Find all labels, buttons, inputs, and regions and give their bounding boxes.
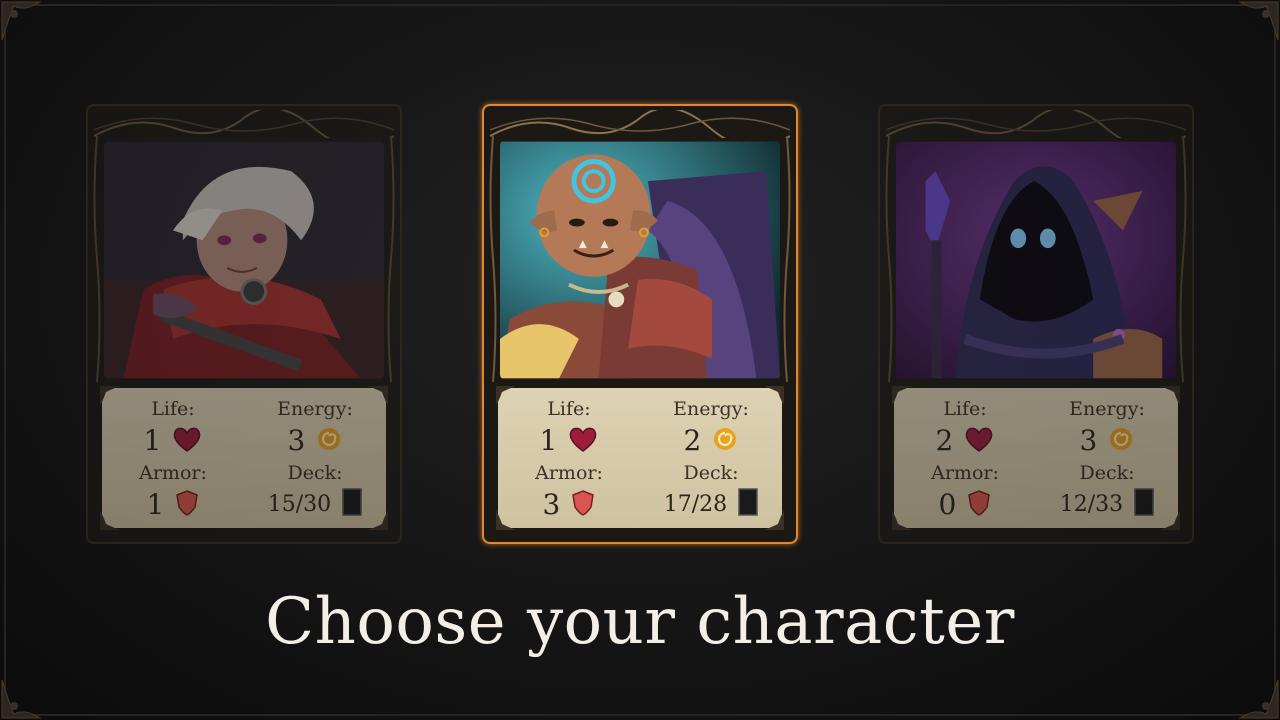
energy-label: Energy: xyxy=(277,398,353,420)
energy-stat: Energy: 2 xyxy=(640,388,782,458)
corner-ornament xyxy=(0,0,56,56)
rogue-portrait xyxy=(104,140,384,380)
card-top-ornament xyxy=(885,107,1187,149)
life-label: Life: xyxy=(547,398,591,420)
life-label: Life: xyxy=(943,398,987,420)
heart-icon xyxy=(568,425,598,457)
armor-value: 1 xyxy=(146,488,165,521)
life-value: 1 xyxy=(143,424,162,457)
shield-icon xyxy=(571,489,595,521)
deck-stat: Deck: 15/30 xyxy=(244,458,386,528)
energy-stat: Energy: 3 xyxy=(244,388,386,458)
life-value: 1 xyxy=(539,424,558,457)
armor-label: Armor: xyxy=(931,462,999,484)
shield-icon xyxy=(967,489,991,521)
life-label: Life: xyxy=(151,398,195,420)
stats-panel: Life: 2 Energy: 3 Armor: 0 Deck: 12/33 xyxy=(892,386,1180,530)
stats-panel: Life: 1 Energy: 3 Armor: 1 Deck: 15/30 xyxy=(100,386,388,530)
deck-stat: Deck: 17/28 xyxy=(640,458,782,528)
heart-icon xyxy=(172,425,202,457)
life-stat: Life: 2 xyxy=(894,388,1036,458)
corner-ornament xyxy=(1224,0,1280,56)
armor-stat: Armor: 0 xyxy=(894,458,1036,528)
energy-value: 2 xyxy=(683,424,702,457)
energy-swirl-icon xyxy=(316,426,342,456)
energy-label: Energy: xyxy=(1069,398,1145,420)
page-title: Choose your character xyxy=(265,585,1015,659)
energy-label: Energy: xyxy=(673,398,749,420)
corner-ornament xyxy=(0,664,56,720)
energy-value: 3 xyxy=(287,424,306,457)
deck-card-icon xyxy=(738,488,758,520)
character-card-mage[interactable]: Life: 2 Energy: 3 Armor: 0 Deck: 12/33 xyxy=(878,104,1194,544)
armor-label: Armor: xyxy=(139,462,207,484)
life-value: 2 xyxy=(935,424,954,457)
deck-card-icon xyxy=(1134,488,1154,520)
mage-portrait xyxy=(896,140,1176,380)
card-top-ornament xyxy=(93,107,395,149)
shield-icon xyxy=(175,489,199,521)
card-top-ornament xyxy=(489,107,791,149)
deck-label: Deck: xyxy=(1079,462,1135,484)
deck-stat: Deck: 12/33 xyxy=(1036,458,1178,528)
deck-label: Deck: xyxy=(287,462,343,484)
armor-value: 0 xyxy=(938,488,957,521)
armor-stat: Armor: 1 xyxy=(102,458,244,528)
deck-value: 12/33 xyxy=(1059,491,1124,517)
armor-stat: Armor: 3 xyxy=(498,458,640,528)
energy-swirl-icon xyxy=(712,426,738,456)
deck-card-icon xyxy=(342,488,362,520)
character-card-rogue[interactable]: Life: 1 Energy: 3 Armor: 1 Deck: 15/30 xyxy=(86,104,402,544)
armor-label: Armor: xyxy=(535,462,603,484)
energy-value: 3 xyxy=(1079,424,1098,457)
character-card-orc[interactable]: Life: 1 Energy: 2 Armor: 3 Deck: 17/28 xyxy=(482,104,798,544)
stats-panel: Life: 1 Energy: 2 Armor: 3 Deck: 17/28 xyxy=(496,386,784,530)
armor-value: 3 xyxy=(542,488,561,521)
heart-icon xyxy=(964,425,994,457)
deck-label: Deck: xyxy=(683,462,739,484)
life-stat: Life: 1 xyxy=(102,388,244,458)
orc-portrait xyxy=(500,140,780,380)
energy-swirl-icon xyxy=(1108,426,1134,456)
corner-ornament xyxy=(1224,664,1280,720)
energy-stat: Energy: 3 xyxy=(1036,388,1178,458)
deck-value: 17/28 xyxy=(663,491,728,517)
deck-value: 15/30 xyxy=(267,491,332,517)
life-stat: Life: 1 xyxy=(498,388,640,458)
